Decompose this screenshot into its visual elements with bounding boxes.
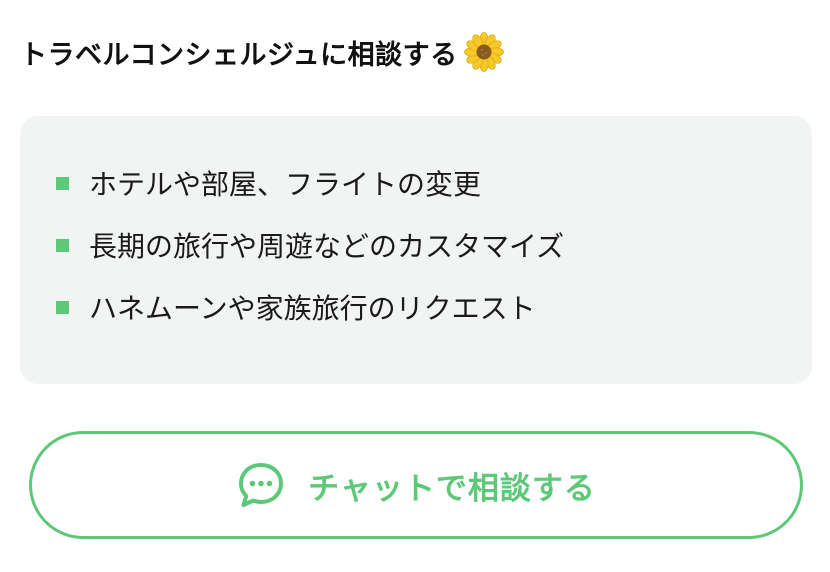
chat-consult-button[interactable]: チャットで相談する [29, 431, 803, 539]
section-title: トラベルコンシェルジュに相談する [20, 39, 458, 71]
bullet-icon [56, 300, 69, 314]
chat-button-label: チャットで相談する [308, 470, 596, 507]
list-item: ホテルや部屋、フライトの変更 [56, 152, 812, 214]
list-item: 長期の旅行や周遊などのカスタマイズ [56, 214, 812, 276]
feature-list-box: ホテルや部屋、フライトの変更 長期の旅行や周遊などのカスタマイズ ハネムーンや家… [20, 116, 812, 384]
list-item-text: 長期の旅行や周遊などのカスタマイズ [89, 230, 565, 263]
sunflower-icon [463, 32, 504, 72]
list-item-text: ホテルや部屋、フライトの変更 [89, 168, 482, 201]
section-heading: トラベルコンシェルジュに相談する [20, 28, 504, 76]
list-item-text: ハネムーンや家族旅行のリクエスト [89, 292, 536, 325]
feature-list: ホテルや部屋、フライトの変更 長期の旅行や周遊などのカスタマイズ ハネムーンや家… [56, 152, 812, 338]
chat-bubble-icon [236, 460, 286, 510]
list-item: ハネムーンや家族旅行のリクエスト [56, 276, 812, 338]
bullet-icon [56, 238, 69, 252]
bullet-icon [56, 176, 69, 190]
